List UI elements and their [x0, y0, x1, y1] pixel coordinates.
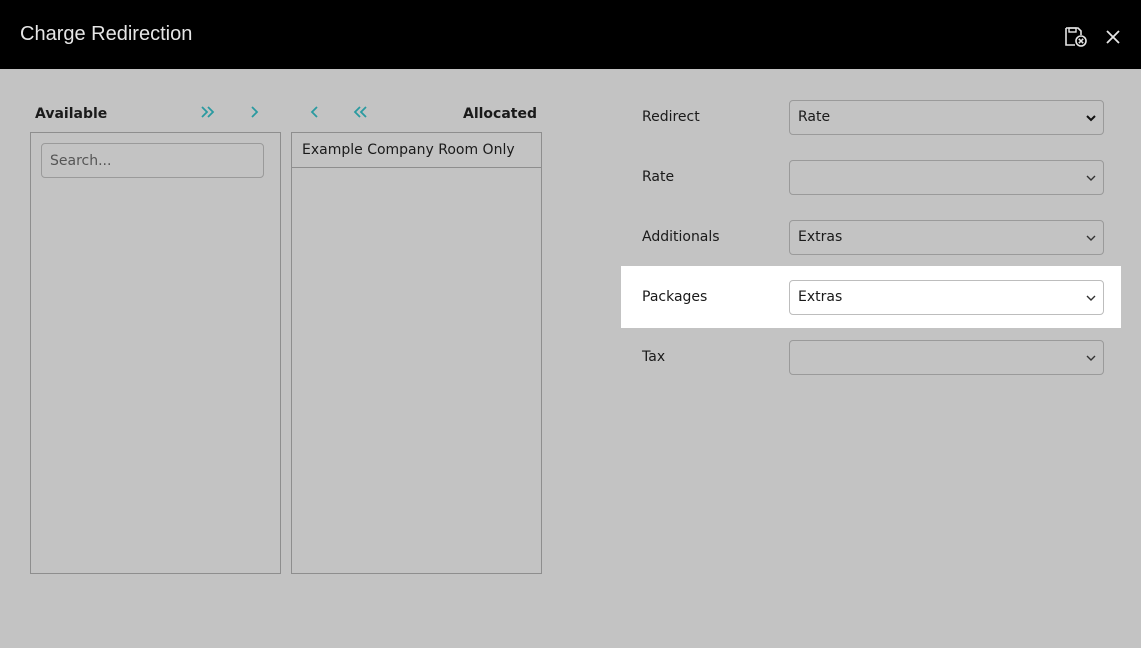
form-row-additionals: Additionals Extras: [621, 206, 1121, 268]
tax-select[interactable]: [789, 340, 1104, 375]
form-row-redirect: Redirect Rate: [621, 86, 1121, 148]
save-cancel-icon: [1065, 27, 1087, 47]
packages-select[interactable]: Extras: [789, 280, 1104, 315]
allocated-label: Allocated: [462, 106, 537, 122]
chevron-down-icon: [1086, 355, 1096, 361]
rate-label: Rate: [642, 169, 675, 185]
dialog-header: Charge Redirection: [0, 0, 1141, 69]
additionals-select-value: Extras: [798, 229, 843, 245]
allocated-list[interactable]: Example Company Room Only: [291, 132, 542, 574]
form-row-tax: Tax: [621, 326, 1121, 388]
chevron-down-icon: [1086, 115, 1096, 122]
chevron-down-icon: [1086, 175, 1096, 181]
move-right-button[interactable]: [241, 101, 267, 123]
move-all-left-button[interactable]: [347, 101, 373, 123]
form-row-packages: Packages Extras: [621, 266, 1121, 328]
additionals-select[interactable]: Extras: [789, 220, 1104, 255]
redirect-label: Redirect: [642, 109, 700, 125]
chevron-right-icon: [251, 106, 259, 118]
search-input[interactable]: [41, 143, 264, 178]
list-item[interactable]: Example Company Room Only: [292, 133, 541, 168]
chevron-down-icon: [1086, 295, 1096, 301]
redirect-select[interactable]: Rate: [789, 100, 1104, 135]
double-chevron-right-icon: [201, 106, 215, 118]
available-list[interactable]: [30, 132, 281, 574]
move-all-right-button[interactable]: [195, 101, 221, 123]
move-left-button[interactable]: [302, 101, 328, 123]
chevron-down-icon: [1086, 235, 1096, 241]
packages-label: Packages: [642, 289, 708, 305]
available-label: Available: [35, 106, 108, 122]
dialog-title: Charge Redirection: [20, 23, 193, 45]
tax-label: Tax: [642, 349, 666, 365]
rate-select[interactable]: [789, 160, 1104, 195]
form-row-rate: Rate: [621, 146, 1121, 208]
additionals-label: Additionals: [642, 229, 720, 245]
save-button[interactable]: [1063, 24, 1089, 50]
packages-select-value: Extras: [798, 289, 843, 305]
close-icon: [1106, 30, 1120, 44]
chevron-left-icon: [310, 106, 318, 118]
close-button[interactable]: [1100, 24, 1126, 50]
redirect-select-value: Rate: [798, 109, 831, 125]
double-chevron-left-icon: [353, 106, 367, 118]
